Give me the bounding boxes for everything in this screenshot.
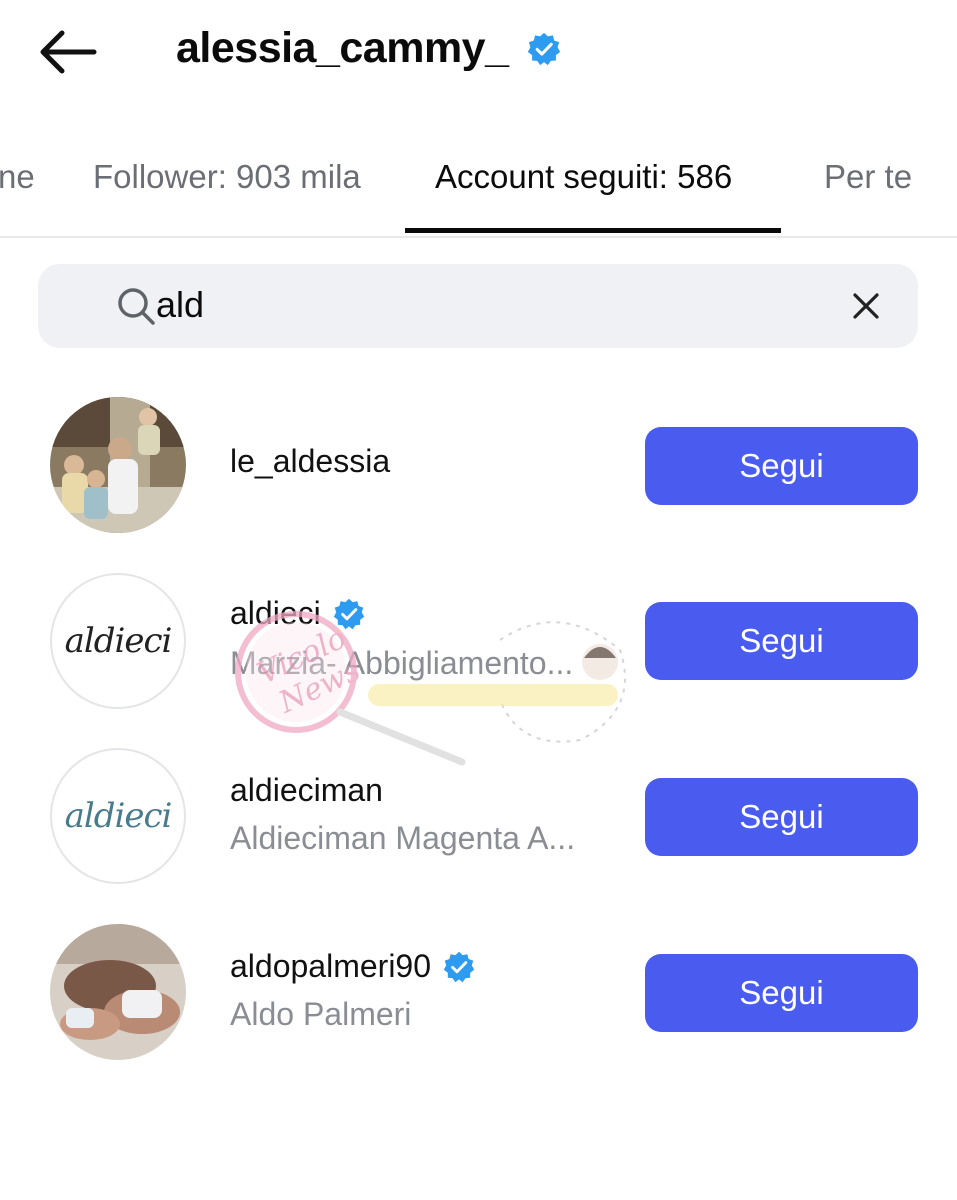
- top-bar: alessia_cammy_: [0, 0, 957, 110]
- avatar[interactable]: aldieci: [50, 573, 186, 709]
- search-bar[interactable]: ald: [38, 264, 918, 348]
- row-username[interactable]: aldopalmeri90: [230, 948, 475, 985]
- search-icon: [118, 288, 155, 325]
- list-item[interactable]: aldieci aldieciman Aldieciman Magenta A.…: [0, 748, 957, 888]
- tab-followers[interactable]: Follower: 903 mila: [93, 158, 361, 196]
- verified-badge-icon: [443, 951, 475, 982]
- follow-button[interactable]: Segui: [645, 427, 918, 505]
- tab-bar: ne Follower: 903 mila Account seguiti: 5…: [0, 130, 957, 238]
- row-username[interactable]: le_aldessia: [230, 443, 390, 480]
- row-username[interactable]: aldieciman: [230, 772, 383, 809]
- back-arrow-icon[interactable]: [36, 26, 100, 78]
- tab-for-you[interactable]: Per te: [824, 158, 912, 196]
- row-subtitle: Aldo Palmeri: [230, 996, 412, 1032]
- avatar[interactable]: aldieci: [50, 748, 186, 884]
- list-item[interactable]: aldopalmeri90 Aldo Palmeri Segui: [0, 924, 957, 1064]
- list-item[interactable]: aldieci aldieci Marzia- Abbigliamento...…: [0, 573, 957, 713]
- profile-username: alessia_cammy_: [176, 24, 509, 72]
- avatar[interactable]: [50, 397, 186, 533]
- row-username[interactable]: aldieci: [230, 595, 365, 632]
- active-tab-indicator: [405, 228, 781, 233]
- close-icon[interactable]: [850, 290, 882, 322]
- family-photo-avatar-image: [50, 397, 186, 533]
- tab-following[interactable]: Account seguiti: 586: [435, 158, 732, 196]
- follow-button[interactable]: Segui: [645, 954, 918, 1032]
- row-subtitle: Aldieciman Magenta A...: [230, 820, 576, 856]
- search-input[interactable]: ald: [156, 284, 204, 326]
- list-item[interactable]: le_aldessia Segui: [0, 397, 957, 537]
- avatar[interactable]: [50, 924, 186, 1060]
- baby-photo-avatar-image: [50, 924, 186, 1060]
- row-subtitle: Marzia- Abbigliamento...: [230, 645, 574, 681]
- page-title: alessia_cammy_: [176, 24, 561, 73]
- tab-partial-left[interactable]: ne: [0, 158, 35, 196]
- verified-badge-icon: [333, 598, 364, 629]
- follow-button[interactable]: Segui: [645, 602, 918, 680]
- follow-button[interactable]: Segui: [645, 778, 918, 856]
- verified-badge-icon: [527, 32, 560, 65]
- avatar-logo-text: aldieci: [64, 796, 173, 836]
- avatar-logo-text: aldieci: [64, 621, 173, 661]
